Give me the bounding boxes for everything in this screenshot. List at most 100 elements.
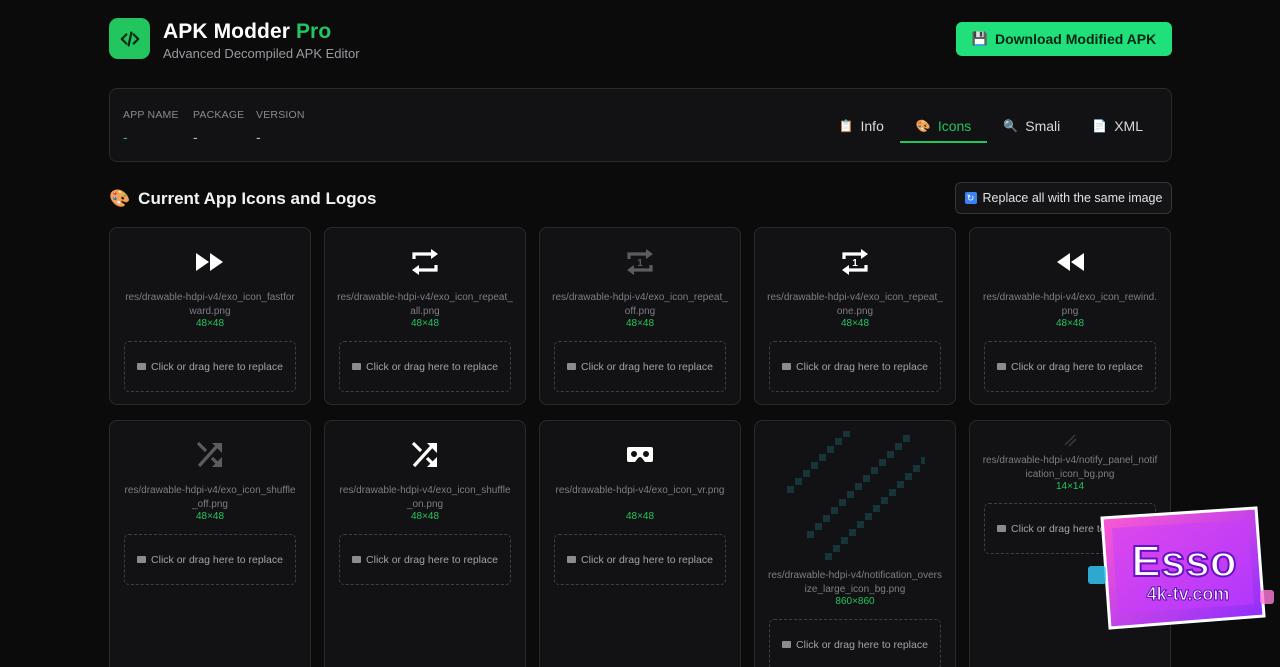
icon-file-path: res/drawable-hdpi-v4/exo_icon_shuffle_on… bbox=[339, 485, 511, 510]
section-title-text: Current App Icons and Logos bbox=[138, 189, 377, 208]
icon-file-path: res/drawable-hdpi-v4/notify_panel_notifi… bbox=[982, 455, 1158, 480]
icon-preview bbox=[110, 244, 310, 280]
icon-card: 1 res/drawable-hdpi-v4/exo_icon_repeat_on… bbox=[754, 227, 956, 405]
icon-preview bbox=[970, 431, 1170, 449]
icon-file-path: res/drawable-hdpi-v4/exo_icon_shuffle_of… bbox=[124, 485, 296, 510]
image-icon bbox=[137, 363, 147, 370]
icon-dimensions: 48×48 bbox=[195, 511, 225, 522]
tab-smali-label: Smali bbox=[1025, 118, 1061, 134]
package-label: PACKAGE bbox=[193, 109, 245, 121]
icon-dimensions: 48×48 bbox=[195, 318, 225, 329]
tab-xml-label: XML bbox=[1114, 118, 1143, 134]
icon-file-path: res/drawable-hdpi-v4/exo_icon_rewind.png bbox=[983, 292, 1157, 317]
replace-dropzone[interactable]: Click or drag here to replace bbox=[984, 341, 1156, 392]
icon-card: res/drawable-hdpi-v4/exo_icon_fastforwar… bbox=[109, 227, 311, 405]
watermark-line2: 4k-tv.com bbox=[1147, 584, 1230, 604]
svg-text:1: 1 bbox=[852, 258, 858, 269]
svg-text:1: 1 bbox=[637, 258, 643, 269]
section-title: 🎨 Current App Icons and Logos bbox=[109, 189, 377, 209]
icon-file-path: res/drawable-hdpi-v4/notification_oversi… bbox=[768, 570, 942, 595]
icon-file-path: res/drawable-hdpi-v4/exo_icon_vr.png bbox=[555, 485, 725, 496]
image-icon bbox=[997, 363, 1007, 370]
tab-smali[interactable]: 🔍 Smali bbox=[987, 111, 1076, 143]
icon-preview: 1 bbox=[540, 244, 740, 280]
package-field: PACKAGE - bbox=[193, 109, 244, 145]
tab-info[interactable]: 📋 Info bbox=[823, 111, 900, 143]
icon-card: res/drawable-hdpi-v4/exo_icon_shuffle_of… bbox=[109, 420, 311, 667]
replace-dropzone[interactable]: Click or drag here to replace bbox=[769, 619, 941, 667]
replace-all-label: Replace all with the same image bbox=[982, 191, 1163, 205]
dropzone-label: Click or drag here to replace bbox=[796, 360, 928, 373]
replace-dropzone[interactable]: Click or drag here to replace bbox=[554, 534, 726, 585]
icon-card: 1 res/drawable-hdpi-v4/exo_icon_repeat_of… bbox=[539, 227, 741, 405]
icon-dimensions: 48×48 bbox=[410, 511, 440, 522]
watermark-line1: Esso bbox=[1131, 537, 1236, 586]
dropzone-label: Click or drag here to replace bbox=[581, 553, 713, 566]
icon-dimensions: 14×14 bbox=[1055, 481, 1085, 492]
icon-dimensions: 860×860 bbox=[835, 596, 875, 607]
app-subtitle: Advanced Decompiled APK Editor bbox=[163, 46, 360, 61]
replace-all-button[interactable]: ↻ Replace all with the same image bbox=[955, 182, 1172, 214]
image-icon bbox=[782, 363, 792, 370]
replace-dropzone[interactable]: Click or drag here to replace bbox=[124, 341, 296, 392]
tab-xml[interactable]: 📄 XML bbox=[1076, 111, 1159, 143]
dropzone-label: Click or drag here to replace bbox=[581, 360, 713, 373]
replace-dropzone[interactable]: Click or drag here to replace bbox=[124, 534, 296, 585]
icon-card: res/drawable-hdpi-v4/exo_icon_rewind.png… bbox=[969, 227, 1171, 405]
magnifier-icon: 🔍 bbox=[1003, 119, 1019, 133]
package-value: - bbox=[193, 129, 198, 145]
dropzone-label: Click or drag here to replace bbox=[1011, 360, 1143, 373]
icon-file-path: res/drawable-hdpi-v4/exo_icon_repeat_one… bbox=[767, 292, 943, 317]
dropzone-label: Click or drag here to replace bbox=[151, 360, 283, 373]
icon-preview: 1 bbox=[755, 244, 955, 280]
palette-icon: 🎨 bbox=[109, 189, 131, 208]
app-name-label: APP NAME bbox=[123, 109, 179, 121]
icon-dimensions: 48×48 bbox=[1055, 318, 1085, 329]
icon-file-path: res/drawable-hdpi-v4/exo_icon_repeat_off… bbox=[552, 292, 728, 317]
floppy-disk-icon: 💾 bbox=[971, 31, 988, 46]
icon-card: res/drawable-hdpi-v4/notification_oversi… bbox=[754, 420, 956, 667]
download-modified-apk-button[interactable]: 💾 Download Modified APK bbox=[956, 22, 1172, 56]
image-icon bbox=[567, 363, 577, 370]
replace-dropzone[interactable]: Click or drag here to replace bbox=[339, 341, 511, 392]
icon-card: res/drawable-hdpi-v4/exo_icon_shuffle_on… bbox=[324, 420, 526, 667]
app-name-value: - bbox=[123, 129, 128, 145]
image-icon bbox=[782, 641, 792, 648]
esso-watermark-logo: Esso 4k-tv.com bbox=[1088, 506, 1274, 630]
dropzone-label: Click or drag here to replace bbox=[366, 360, 498, 373]
icon-card: res/drawable-hdpi-v4/exo_icon_repeat_all… bbox=[324, 227, 526, 405]
app-title-accent: Pro bbox=[295, 20, 332, 43]
clipboard-icon: 📋 bbox=[838, 119, 854, 133]
document-icon: 📄 bbox=[1092, 119, 1108, 133]
app-info-panel: APP NAME - PACKAGE - VERSION - 📋 Info 🎨 … bbox=[109, 88, 1172, 162]
image-icon bbox=[137, 556, 147, 563]
image-icon bbox=[352, 363, 362, 370]
app-header: APK Modder Pro Advanced Decompiled APK E… bbox=[109, 18, 1172, 62]
app-name-field: APP NAME - bbox=[123, 109, 179, 145]
icon-preview bbox=[970, 244, 1170, 280]
replace-dropzone[interactable]: Click or drag here to replace bbox=[554, 341, 726, 392]
icon-preview bbox=[540, 437, 740, 473]
image-icon bbox=[567, 556, 577, 563]
image-icon bbox=[997, 525, 1007, 532]
icon-file-path: res/drawable-hdpi-v4/exo_icon_fastforwar… bbox=[125, 292, 295, 317]
palette-icon: 🎨 bbox=[915, 119, 931, 133]
icon-preview bbox=[755, 431, 955, 561]
icon-dimensions: 48×48 bbox=[625, 318, 655, 329]
icon-dimensions: 48×48 bbox=[840, 318, 870, 329]
replace-dropzone[interactable]: Click or drag here to replace bbox=[339, 534, 511, 585]
icon-file-path: res/drawable-hdpi-v4/exo_icon_repeat_all… bbox=[337, 292, 513, 317]
app-title-main: APK Modder bbox=[163, 20, 290, 43]
dropzone-label: Click or drag here to replace bbox=[796, 638, 928, 651]
version-field: VERSION - bbox=[256, 109, 305, 145]
tab-bar: 📋 Info 🎨 Icons 🔍 Smali 📄 XML bbox=[823, 111, 1159, 143]
replace-dropzone[interactable]: Click or drag here to replace bbox=[769, 341, 941, 392]
dropzone-label: Click or drag here to replace bbox=[151, 553, 283, 566]
tab-info-label: Info bbox=[860, 118, 884, 134]
tab-icons[interactable]: 🎨 Icons bbox=[899, 111, 988, 143]
tab-icons-label: Icons bbox=[937, 118, 972, 134]
icon-preview bbox=[325, 437, 525, 473]
icon-dimensions: 48×48 bbox=[410, 318, 440, 329]
refresh-icon: ↻ bbox=[964, 192, 977, 204]
icon-preview bbox=[325, 244, 525, 280]
